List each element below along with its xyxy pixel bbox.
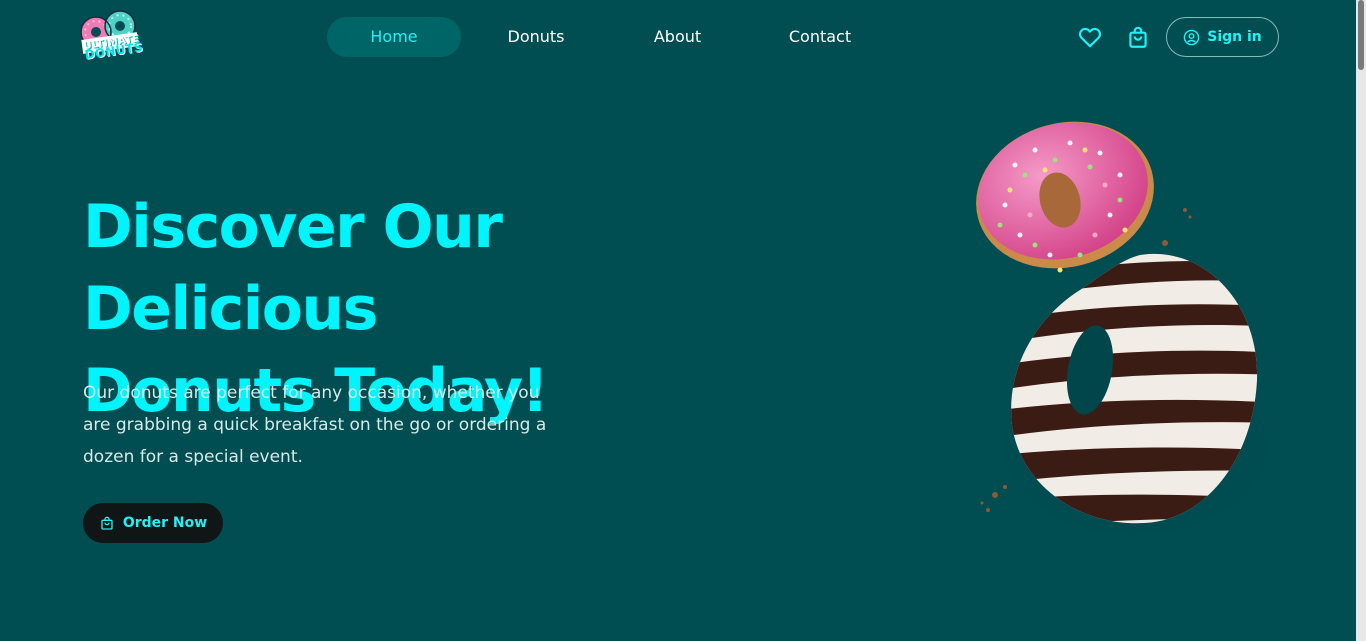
nav-item-about[interactable]: About bbox=[611, 17, 744, 57]
page: ULTIMATE DONUTS Home Donuts About Contac… bbox=[0, 0, 1366, 641]
shopping-bag-icon bbox=[1129, 26, 1147, 48]
shopping-bag-icon bbox=[101, 516, 113, 530]
order-now-label: Order Now bbox=[122, 515, 208, 531]
sign-in-button[interactable]: Sign in bbox=[1166, 17, 1279, 57]
hero-description: Our donuts are perfect for any occasion,… bbox=[83, 383, 547, 467]
scrollbar-thumb[interactable] bbox=[1358, 0, 1364, 70]
user-circle-icon bbox=[1183, 29, 1200, 45]
nav-item-donuts[interactable]: Donuts bbox=[461, 17, 611, 57]
nav-item-contact[interactable]: Contact bbox=[744, 17, 896, 57]
brand-logo[interactable]: ULTIMATE DONUTS bbox=[78, 8, 144, 66]
heart-icon bbox=[1078, 27, 1102, 48]
order-now-button[interactable]: Order Now bbox=[83, 503, 223, 543]
site-header: ULTIMATE DONUTS Home Donuts About Contac… bbox=[0, 0, 1356, 74]
main-nav: Home Donuts About Contact bbox=[327, 17, 896, 57]
hero-title-line1: Discover Our Delicious bbox=[83, 192, 503, 344]
cart-button[interactable] bbox=[1125, 24, 1151, 50]
sign-in-label: Sign in bbox=[1207, 29, 1262, 45]
nav-item-home[interactable]: Home bbox=[327, 17, 461, 57]
page-scrollbar[interactable] bbox=[1356, 0, 1366, 641]
donuts-image bbox=[975, 121, 1280, 555]
wishlist-button[interactable] bbox=[1077, 24, 1103, 50]
